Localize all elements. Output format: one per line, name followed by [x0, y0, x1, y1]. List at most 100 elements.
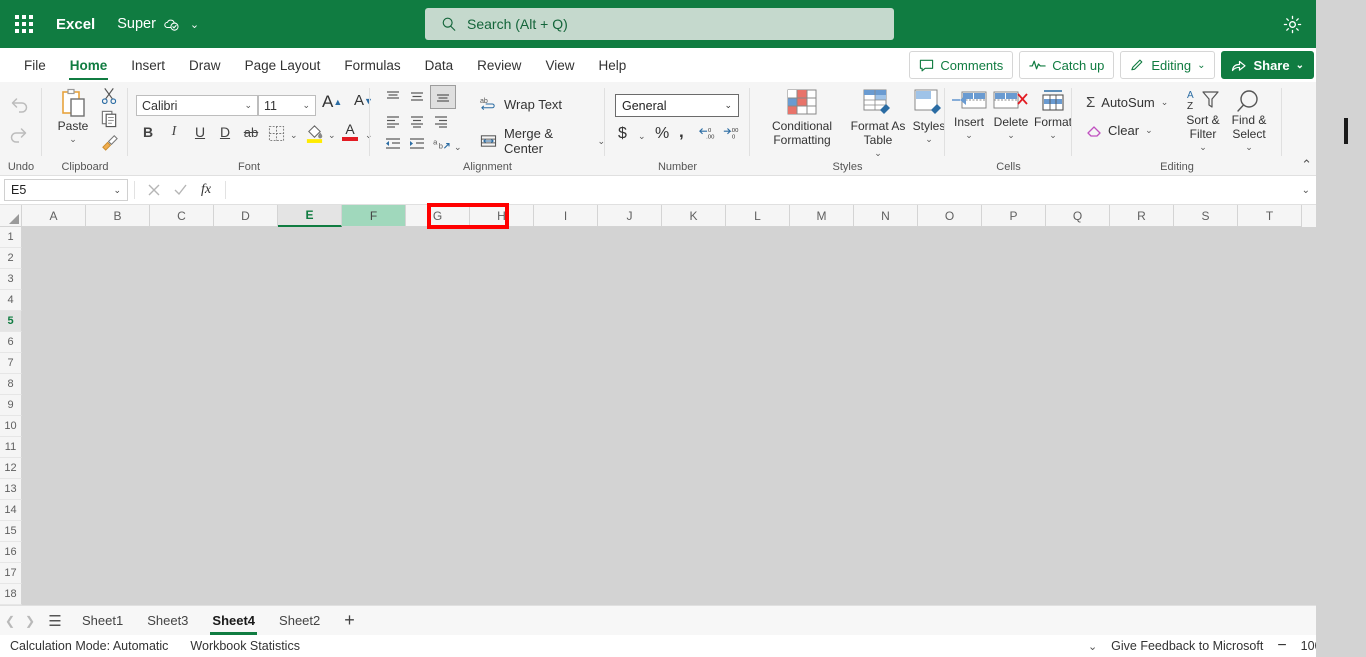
row-header-17[interactable]: 17	[0, 563, 22, 584]
underline-button[interactable]: U	[190, 124, 210, 140]
column-header-C[interactable]: C	[150, 205, 214, 227]
column-header-L[interactable]: L	[726, 205, 790, 227]
text-orientation-icon[interactable]: a b	[432, 137, 451, 152]
calculation-mode-label[interactable]: Calculation Mode: Automatic	[10, 639, 168, 653]
sheet-tab-sheet2[interactable]: Sheet2	[267, 606, 332, 636]
editing-button[interactable]: Editing ⌄	[1120, 51, 1216, 79]
decrease-decimal-icon[interactable]: 0 .00	[698, 126, 718, 140]
copy-icon[interactable]	[100, 109, 119, 128]
row-header-11[interactable]: 11	[0, 437, 22, 458]
row-header-15[interactable]: 15	[0, 521, 22, 542]
all-sheets-hamburger-icon[interactable]: ☰	[40, 612, 70, 630]
borders-chevron-down-icon[interactable]: ⌄	[290, 130, 298, 141]
zoom-out-button[interactable]: −	[1277, 637, 1286, 655]
format-painter-icon[interactable]	[100, 132, 119, 151]
row-header-5[interactable]: 5	[0, 311, 22, 332]
status-options-chevron-down-icon[interactable]: ⌄	[1088, 640, 1097, 653]
previous-sheet-chevron-left-icon[interactable]: ❮	[0, 614, 20, 628]
row-header-10[interactable]: 10	[0, 416, 22, 437]
column-header-D[interactable]: D	[214, 205, 278, 227]
format-as-table-button[interactable]: Format As Table ⌄	[850, 88, 906, 158]
font-color-icon[interactable]: A	[342, 122, 358, 141]
borders-icon[interactable]	[268, 125, 285, 142]
scrollbar-thumb[interactable]	[1344, 118, 1348, 144]
row-header-14[interactable]: 14	[0, 500, 22, 521]
confirm-check-icon[interactable]	[167, 179, 193, 201]
align-center-icon[interactable]	[408, 115, 426, 129]
tab-insert[interactable]: Insert	[119, 48, 177, 82]
fill-color-chevron-down-icon[interactable]: ⌄	[328, 130, 336, 141]
clear-button[interactable]: Clear ⌄	[1086, 122, 1153, 138]
column-header-O[interactable]: O	[918, 205, 982, 227]
italic-button[interactable]: I	[164, 124, 184, 140]
column-header-J[interactable]: J	[598, 205, 662, 227]
tab-file[interactable]: File	[12, 48, 58, 82]
format-cells-button[interactable]: Format ⌄	[1033, 88, 1073, 140]
row-header-16[interactable]: 16	[0, 542, 22, 563]
font-size-input[interactable]: 11 ⌄	[258, 95, 316, 116]
collapse-ribbon-chevron-up-icon[interactable]: ⌃	[1301, 157, 1312, 173]
cancel-x-icon[interactable]	[141, 179, 167, 201]
tab-page-layout[interactable]: Page Layout	[233, 48, 333, 82]
comments-button[interactable]: Comments	[909, 51, 1014, 79]
catch-up-button[interactable]: Catch up	[1019, 51, 1115, 79]
comma-format-button[interactable]: ,	[679, 122, 684, 142]
redo-arrow-icon[interactable]	[8, 124, 30, 146]
align-middle-icon[interactable]	[408, 89, 426, 104]
cut-icon[interactable]	[100, 86, 119, 105]
file-menu-chevron-down-icon[interactable]: ⌄	[190, 18, 199, 31]
align-bottom-icon[interactable]	[430, 85, 456, 109]
formula-input[interactable]	[238, 179, 1294, 201]
percent-format-button[interactable]: %	[655, 125, 669, 143]
delete-cells-button[interactable]: Delete ⌄	[991, 88, 1031, 140]
tab-draw[interactable]: Draw	[177, 48, 233, 82]
sheet-tab-sheet3[interactable]: Sheet3	[135, 606, 200, 636]
row-header-12[interactable]: 12	[0, 458, 22, 479]
share-button[interactable]: Share ⌄	[1221, 51, 1314, 79]
conditional-formatting-button[interactable]: Conditional Formatting	[758, 88, 846, 148]
find-select-button[interactable]: Find & Select ⌄	[1228, 88, 1270, 152]
column-header-H[interactable]: H	[470, 205, 534, 227]
app-launcher-icon[interactable]	[4, 4, 44, 44]
row-header-7[interactable]: 7	[0, 353, 22, 374]
column-header-B[interactable]: B	[86, 205, 150, 227]
give-feedback-label[interactable]: Give Feedback to Microsoft	[1111, 639, 1263, 653]
column-header-M[interactable]: M	[790, 205, 854, 227]
column-header-I[interactable]: I	[534, 205, 598, 227]
increase-font-size-icon[interactable]: A ▲	[322, 92, 342, 112]
column-header-F[interactable]: F	[342, 205, 406, 227]
column-header-G[interactable]: G	[406, 205, 470, 227]
tab-view[interactable]: View	[533, 48, 586, 82]
cell-styles-button[interactable]: Styles ⌄	[910, 88, 948, 144]
select-all-corner-icon[interactable]	[0, 205, 22, 227]
insert-cells-button[interactable]: Insert ⌄	[949, 88, 989, 140]
name-box[interactable]: E5 ⌄	[4, 179, 128, 201]
sheet-tab-sheet1[interactable]: Sheet1	[70, 606, 135, 636]
add-sheet-button[interactable]: +	[332, 610, 367, 631]
file-name-label[interactable]: Super	[117, 16, 156, 32]
orientation-chevron-down-icon[interactable]: ⌄	[454, 142, 462, 153]
column-header-P[interactable]: P	[982, 205, 1046, 227]
column-header-N[interactable]: N	[854, 205, 918, 227]
strikethrough-button[interactable]: ab	[240, 125, 262, 140]
cloud-saved-icon[interactable]	[163, 16, 180, 33]
column-header-R[interactable]: R	[1110, 205, 1174, 227]
wrap-text-button[interactable]: ab Wrap Text	[480, 96, 562, 112]
autosum-button[interactable]: Σ AutoSum ⌄	[1086, 94, 1168, 111]
tab-review[interactable]: Review	[465, 48, 533, 82]
row-header-18[interactable]: 18	[0, 584, 22, 605]
row-header-8[interactable]: 8	[0, 374, 22, 395]
number-format-select[interactable]: General ⌄	[615, 94, 739, 117]
row-header-1[interactable]: 1	[0, 227, 22, 248]
column-header-K[interactable]: K	[662, 205, 726, 227]
column-header-T[interactable]: T	[1238, 205, 1302, 227]
tab-data[interactable]: Data	[413, 48, 466, 82]
currency-chevron-down-icon[interactable]: ⌄	[638, 131, 646, 142]
workbook-statistics-label[interactable]: Workbook Statistics	[190, 639, 300, 653]
align-right-icon[interactable]	[432, 115, 450, 129]
browser-scrollbar[interactable]	[1316, 0, 1366, 657]
decrease-indent-icon[interactable]	[384, 137, 402, 151]
currency-format-button[interactable]: $	[618, 125, 627, 143]
bold-button[interactable]: B	[138, 124, 158, 140]
tab-help[interactable]: Help	[586, 48, 638, 82]
